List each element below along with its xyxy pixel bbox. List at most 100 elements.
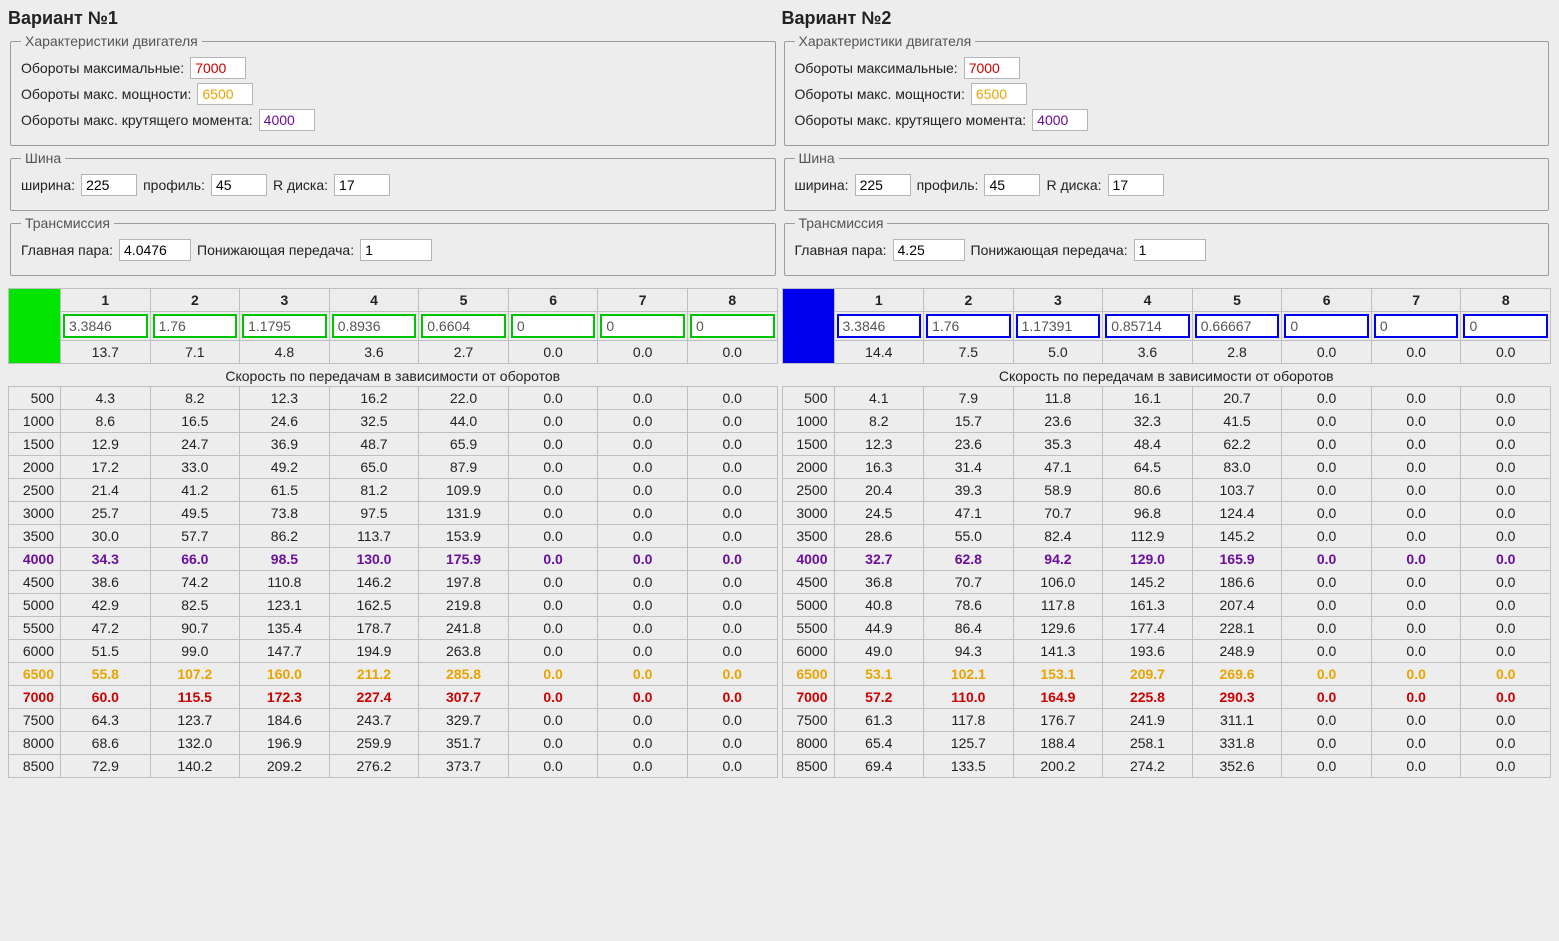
speed-cell: 0.0	[1371, 479, 1461, 502]
rpm-cell: 3500	[782, 525, 834, 548]
speed-cell: 0.0	[508, 617, 598, 640]
gear-ratio-input[interactable]	[1195, 314, 1280, 338]
engine-power-label: Обороты макс. мощности:	[795, 86, 965, 102]
table-caption: Скорость по передачам в зависимости от о…	[782, 364, 1551, 387]
rpm-cell: 4500	[9, 571, 61, 594]
tire-profile-input[interactable]	[211, 174, 267, 196]
speed-cell: 0.0	[687, 502, 777, 525]
speed-cell: 146.2	[329, 571, 419, 594]
speed-cell: 140.2	[150, 755, 240, 778]
speed-cell: 0.0	[1371, 456, 1461, 479]
gear-ratio-input[interactable]	[837, 314, 922, 338]
gear-ratio-speed: 2.7	[419, 341, 509, 364]
table-row: 400032.762.894.2129.0165.90.00.00.0	[782, 548, 1551, 571]
table-row: 5004.17.911.816.120.70.00.00.0	[782, 387, 1551, 410]
table-row: 200017.233.049.265.087.90.00.00.0	[9, 456, 778, 479]
speed-cell: 125.7	[924, 732, 1014, 755]
gear-header: 3	[240, 289, 330, 312]
gear-ratio-input[interactable]	[690, 314, 775, 338]
trans-final-input[interactable]	[119, 239, 191, 261]
gear-ratio-input[interactable]	[1105, 314, 1190, 338]
speed-cell: 78.6	[924, 594, 1014, 617]
gear-ratio-input[interactable]	[332, 314, 417, 338]
speed-cell: 113.7	[329, 525, 419, 548]
speed-cell: 62.2	[1192, 433, 1282, 456]
speed-cell: 74.2	[150, 571, 240, 594]
gear-ratio-input[interactable]	[153, 314, 238, 338]
gear-ratio-input[interactable]	[63, 314, 148, 338]
transmission-legend: Трансмиссия	[21, 215, 114, 231]
speed-table: 1234567814.47.55.03.62.80.00.00.0Скорост…	[782, 288, 1552, 778]
speed-cell: 0.0	[508, 433, 598, 456]
table-row: 350028.655.082.4112.9145.20.00.00.0	[782, 525, 1551, 548]
engine-power-label: Обороты макс. мощности:	[21, 86, 191, 102]
gear-ratio-input[interactable]	[1284, 314, 1369, 338]
table-row: 750061.3117.8176.7241.9311.10.00.00.0	[782, 709, 1551, 732]
table-row: 500042.982.5123.1162.5219.80.00.00.0	[9, 594, 778, 617]
tire-rim-input[interactable]	[334, 174, 390, 196]
gear-ratio-input[interactable]	[1374, 314, 1459, 338]
speed-cell: 145.2	[1103, 571, 1193, 594]
speed-cell: 193.6	[1103, 640, 1193, 663]
gear-header: 5	[1192, 289, 1282, 312]
speed-cell: 0.0	[1282, 410, 1372, 433]
trans-final-input[interactable]	[893, 239, 965, 261]
speed-cell: 0.0	[1461, 410, 1551, 433]
tire-width-input[interactable]	[81, 174, 137, 196]
speed-cell: 49.5	[150, 502, 240, 525]
gear-ratio-input[interactable]	[600, 314, 685, 338]
speed-cell: 0.0	[508, 525, 598, 548]
speed-cell: 81.2	[329, 479, 419, 502]
speed-cell: 0.0	[1282, 548, 1372, 571]
rpm-cell: 1500	[9, 433, 61, 456]
engine-max-input[interactable]	[190, 57, 246, 79]
speed-cell: 147.7	[240, 640, 330, 663]
speed-cell: 0.0	[1461, 617, 1551, 640]
table-row: 750064.3123.7184.6243.7329.70.00.00.0	[9, 709, 778, 732]
tire-profile-input[interactable]	[984, 174, 1040, 196]
trans-reduct-input[interactable]	[1134, 239, 1206, 261]
rpm-cell: 8000	[9, 732, 61, 755]
speed-cell: 0.0	[1461, 387, 1551, 410]
tire-width-input[interactable]	[855, 174, 911, 196]
gear-ratio-speed: 0.0	[687, 341, 777, 364]
speed-cell: 0.0	[1282, 686, 1372, 709]
speed-cell: 219.8	[419, 594, 509, 617]
gear-ratio-input[interactable]	[1463, 314, 1548, 338]
speed-cell: 23.6	[924, 433, 1014, 456]
speed-cell: 329.7	[419, 709, 509, 732]
speed-cell: 25.7	[61, 502, 151, 525]
rpm-cell: 500	[782, 387, 834, 410]
rpm-cell: 8500	[782, 755, 834, 778]
table-row: 400034.366.098.5130.0175.90.00.00.0	[9, 548, 778, 571]
speed-cell: 248.9	[1192, 640, 1282, 663]
gear-ratio-speed: 13.7	[61, 341, 151, 364]
table-row: 200016.331.447.164.583.00.00.00.0	[782, 456, 1551, 479]
tire-rim-input[interactable]	[1108, 174, 1164, 196]
gear-ratio-input[interactable]	[242, 314, 327, 338]
speed-cell: 0.0	[1461, 640, 1551, 663]
table-row: 250020.439.358.980.6103.70.00.00.0	[782, 479, 1551, 502]
engine-power-input[interactable]	[197, 83, 253, 105]
speed-cell: 38.6	[61, 571, 151, 594]
gear-ratio-input[interactable]	[511, 314, 596, 338]
engine-torque-input[interactable]	[259, 109, 315, 131]
speed-cell: 0.0	[598, 755, 688, 778]
gear-ratio-speed: 4.8	[240, 341, 330, 364]
speed-cell: 197.8	[419, 571, 509, 594]
speed-cell: 0.0	[508, 709, 598, 732]
speed-cell: 12.3	[240, 387, 330, 410]
gear-ratio-input[interactable]	[926, 314, 1011, 338]
trans-reduct-input[interactable]	[360, 239, 432, 261]
speed-cell: 0.0	[687, 433, 777, 456]
table-row: 350030.057.786.2113.7153.90.00.00.0	[9, 525, 778, 548]
engine-torque-label: Обороты макс. крутящего момента:	[795, 112, 1027, 128]
engine-torque-input[interactable]	[1032, 109, 1088, 131]
gear-ratio-input[interactable]	[421, 314, 506, 338]
speed-cell: 0.0	[687, 663, 777, 686]
engine-power-input[interactable]	[971, 83, 1027, 105]
gear-ratio-input[interactable]	[1016, 314, 1101, 338]
speed-cell: 0.0	[1461, 594, 1551, 617]
engine-max-input[interactable]	[964, 57, 1020, 79]
speed-cell: 0.0	[1461, 732, 1551, 755]
